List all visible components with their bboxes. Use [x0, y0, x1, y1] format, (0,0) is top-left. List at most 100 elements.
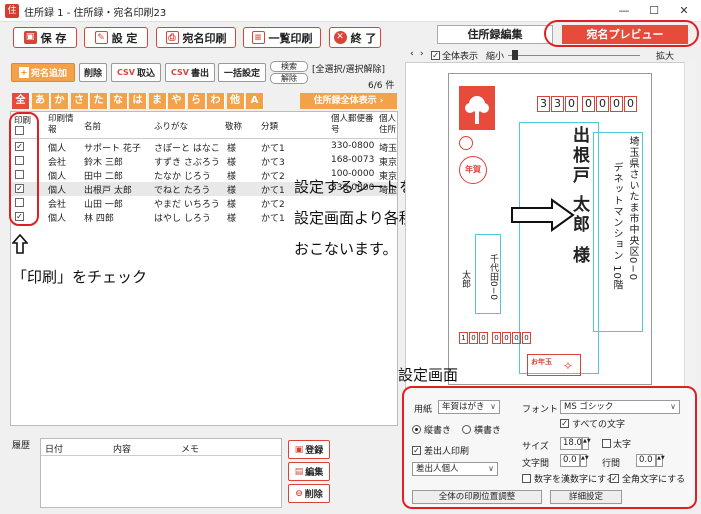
select-all-link[interactable]: [全選択/選択解除] — [312, 62, 385, 75]
add-address-button[interactable]: + 宛名追加 — [11, 63, 75, 82]
history-col-date: 日付 — [45, 445, 64, 455]
line-spacing-label: 行間 — [602, 459, 621, 469]
table-row[interactable]: 会社 鈴木 三郎 すずき さぶろう様 かて3 168-0073 東京 — [11, 154, 397, 168]
print-address-button[interactable]: ⎙ 宛名印刷 — [156, 27, 236, 48]
line-spacing-spinner[interactable]: ▲▼ — [656, 454, 665, 467]
csv-import-button[interactable]: CSV 取込 — [111, 63, 161, 82]
save-button[interactable]: ▣ 保 存 — [13, 27, 77, 48]
col-honorific[interactable]: 敬称 — [225, 120, 242, 132]
row-furigana: すずき さぶろう — [154, 158, 220, 168]
col-category[interactable]: 分類 — [261, 120, 278, 132]
history-divider — [41, 455, 281, 456]
preview-next-icon[interactable]: › — [420, 49, 424, 59]
batch-settings-button[interactable]: 一括設定 — [218, 63, 266, 82]
kana-tab[interactable]: あ — [31, 93, 50, 109]
show-all-button[interactable]: 住所録全体表示 › — [300, 93, 397, 109]
release-button[interactable]: 解除 — [270, 73, 308, 84]
history-col-content: 内容 — [113, 445, 132, 455]
history-register-button[interactable]: ▣ 登録 — [288, 440, 330, 459]
printer-icon: ⎙ — [165, 31, 179, 44]
all-chars-checkbox[interactable]: ✓ — [560, 419, 569, 428]
char-spacing-label: 文字間 — [522, 459, 550, 469]
row-honorific: 様 — [227, 144, 237, 154]
print-list-button[interactable]: ≡ 一覧印刷 — [243, 27, 321, 48]
row-honorific: 様 — [227, 172, 237, 182]
kana-tab[interactable]: A — [246, 93, 264, 109]
postal-digit-box: 0 — [512, 332, 521, 344]
maximize-button[interactable]: ☐ — [638, 0, 670, 22]
kana-tab[interactable]: わ — [207, 93, 225, 109]
row-print-info: 会社 — [48, 158, 67, 168]
kana-tab[interactable]: や — [168, 93, 186, 109]
minimize-button[interactable]: — — [608, 0, 640, 22]
close-button[interactable]: ✕ — [668, 0, 700, 22]
history-delete-button[interactable]: ⊖ 削除 — [288, 484, 330, 503]
horizontal-radio[interactable] — [462, 425, 471, 434]
bold-label: 太字 — [613, 440, 632, 450]
sender-postal-boxes: 1000000 — [459, 332, 532, 344]
col-furigana[interactable]: ふりがな — [154, 120, 188, 132]
kana-tab[interactable]: 全 — [12, 93, 30, 109]
char-spacing-input[interactable]: 0.0 — [560, 454, 580, 467]
postal-digit-box: 0 — [502, 332, 511, 344]
kana-tab[interactable]: か — [51, 93, 69, 109]
line-spacing-input[interactable]: 0.0 — [636, 454, 656, 467]
postal-digit-box: 3 — [551, 96, 564, 112]
kana-tab[interactable]: ら — [187, 93, 206, 109]
table-row[interactable]: ✓ 個人 サポート 花子 さぽーと はなこ様かて1 330-0800 埼玉 — [11, 140, 397, 154]
col-address[interactable]: 個人住所 — [379, 114, 397, 136]
detail-settings-button[interactable]: 詳細設定 — [550, 490, 622, 504]
delete-icon: ⊖ — [295, 488, 303, 499]
row-name: 林 四郎 — [84, 214, 114, 224]
kana-tab[interactable]: は — [129, 93, 147, 109]
fullwidth-checkbox[interactable]: ✓ — [610, 474, 619, 483]
settings-button[interactable]: ✎ 設 定 — [84, 27, 148, 48]
row-category: かて1 — [261, 144, 285, 154]
search-button[interactable]: 検索 — [270, 61, 308, 72]
kana-tab[interactable]: な — [109, 93, 128, 109]
sender-select[interactable]: 差出人個人 — [412, 462, 498, 476]
kana-tab[interactable]: ま — [148, 93, 167, 109]
kana-tab[interactable]: さ — [70, 93, 89, 109]
col-print-info[interactable]: 印刷情報 — [48, 114, 76, 136]
zoom-slider[interactable] — [508, 55, 640, 56]
delete-address-button[interactable]: 削除 — [79, 63, 107, 82]
exit-icon: ✕ — [333, 31, 347, 44]
size-input[interactable]: 18.0 — [560, 437, 582, 450]
postal-digit-box: 3 — [537, 96, 550, 112]
paper-select[interactable]: 年賀はがき — [438, 400, 500, 414]
row-category: かて1 — [261, 186, 285, 196]
stamp-circle — [459, 136, 473, 150]
zoom-slider-handle[interactable] — [512, 50, 518, 60]
size-spinner[interactable]: ▲▼ — [582, 437, 591, 450]
vertical-radio[interactable] — [412, 425, 421, 434]
col-postal[interactable]: 個人郵便番号 — [331, 114, 375, 136]
history-edit-button[interactable]: ▤ 編集 — [288, 462, 330, 481]
adjust-all-button[interactable]: 全体の印刷位置調整 — [412, 490, 542, 504]
list-icon: ≡ — [251, 31, 265, 44]
kanji-numbers-checkbox[interactable] — [522, 474, 531, 483]
tab-address-edit[interactable]: 住所録編集 — [437, 25, 553, 44]
col-name[interactable]: 名前 — [84, 120, 101, 132]
show-all-checkbox[interactable]: ✓ — [431, 51, 440, 60]
row-postal: 330-0800 — [331, 141, 375, 151]
kana-tab[interactable]: た — [90, 93, 108, 109]
char-spacing-spinner[interactable]: ▲▼ — [580, 454, 589, 467]
kana-tab[interactable]: 他 — [226, 93, 245, 109]
fullwidth-label: 全角文字にする — [622, 475, 686, 485]
paper-label: 用紙 — [414, 405, 433, 415]
preview-prev-icon[interactable]: ‹ — [410, 49, 414, 59]
postal-digit-box: 0 — [522, 332, 531, 344]
exit-button[interactable]: ✕ 終 了 — [329, 27, 381, 48]
csv-export-button[interactable]: CSV 書出 — [165, 63, 215, 82]
bold-checkbox[interactable] — [602, 439, 611, 448]
stamp-image — [459, 86, 495, 130]
recipient-address-2: デネットマンション 10階 — [611, 162, 622, 291]
edit-icon: ▤ — [294, 466, 304, 477]
row-print-info: 会社 — [48, 200, 67, 210]
font-select[interactable]: MS ゴシック — [560, 400, 680, 414]
history-label: 履歴 — [12, 441, 31, 451]
sender-print-checkbox[interactable]: ✓ — [412, 446, 421, 455]
otoshidama-lottery-box: お年玉 ⟡ — [527, 354, 581, 376]
show-all-label: 全体表示 — [442, 52, 479, 62]
